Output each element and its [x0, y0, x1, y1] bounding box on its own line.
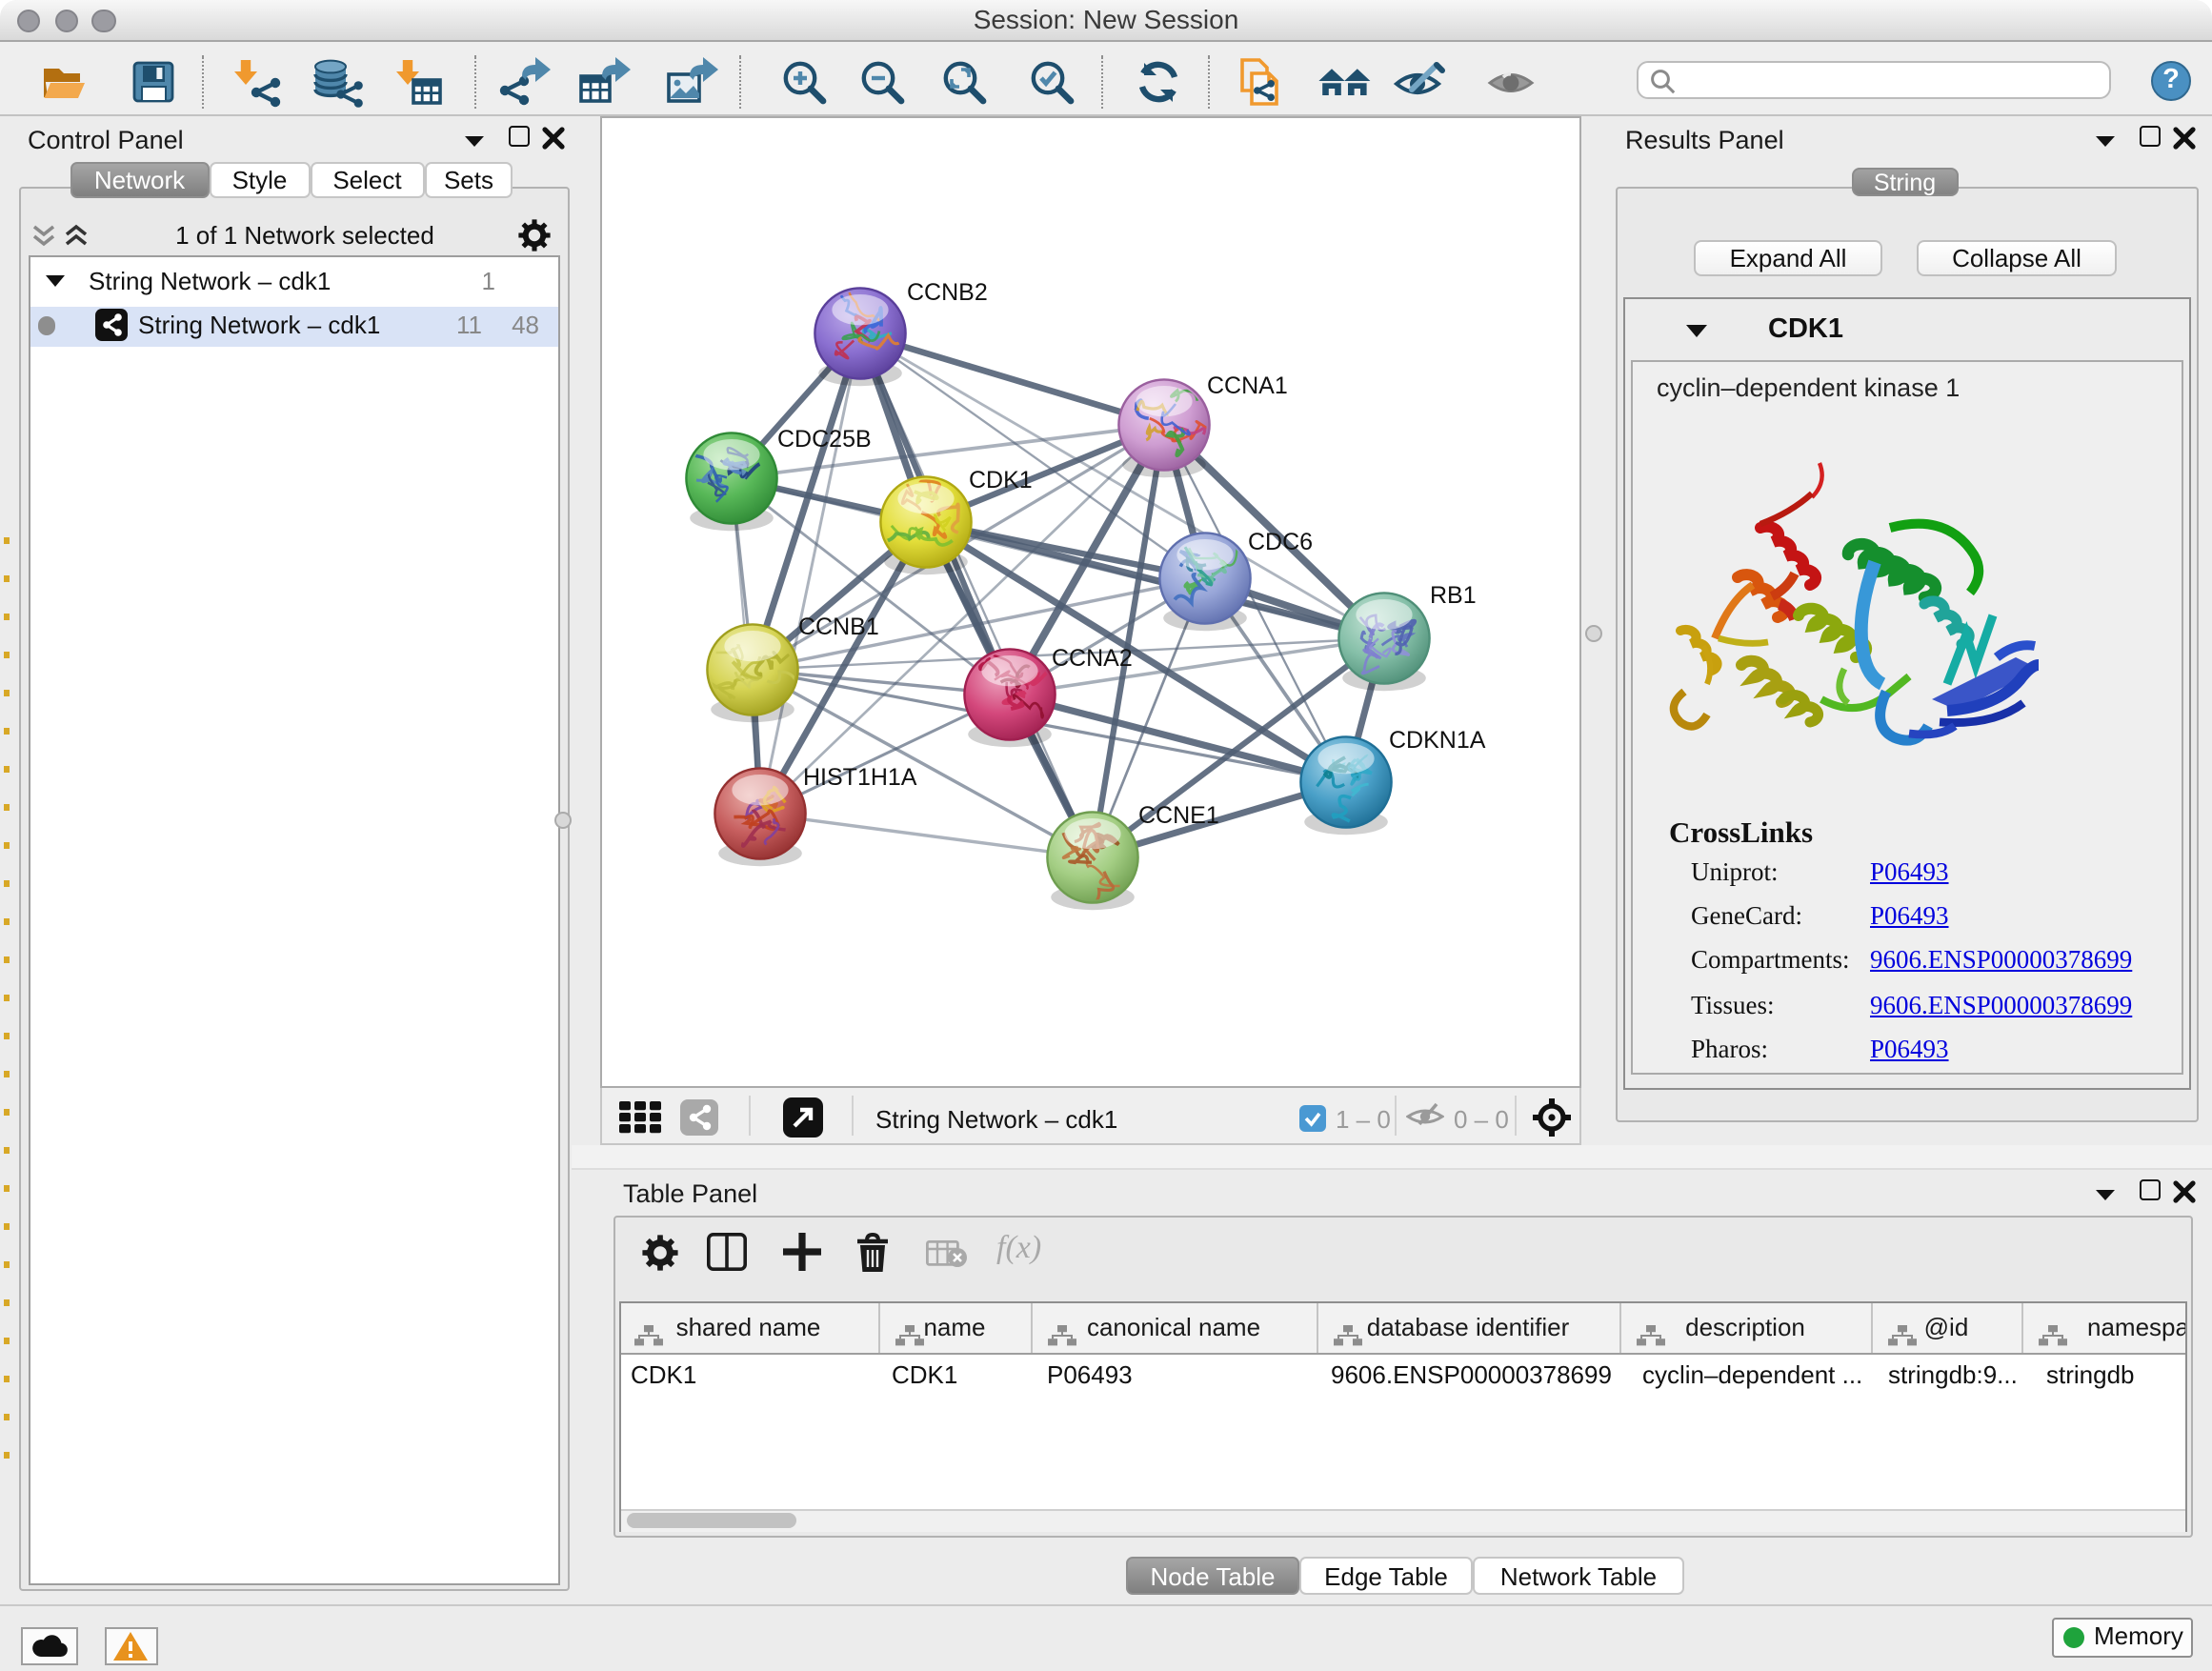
svg-text:CDKN1A: CDKN1A — [1389, 727, 1486, 754]
svg-text:CDC25B: CDC25B — [777, 426, 872, 453]
svg-text:CCNB1: CCNB1 — [798, 614, 879, 640]
svg-text:CDC6: CDC6 — [1248, 529, 1313, 555]
svg-text:HIST1H1A: HIST1H1A — [803, 764, 917, 791]
svg-text:CCNA1: CCNA1 — [1207, 372, 1288, 399]
svg-text:CCNE1: CCNE1 — [1138, 802, 1219, 829]
svg-text:CCNB2: CCNB2 — [907, 279, 988, 306]
svg-text:CCNA2: CCNA2 — [1052, 645, 1133, 672]
svg-text:RB1: RB1 — [1430, 582, 1477, 609]
svg-text:CDK1: CDK1 — [969, 467, 1033, 493]
